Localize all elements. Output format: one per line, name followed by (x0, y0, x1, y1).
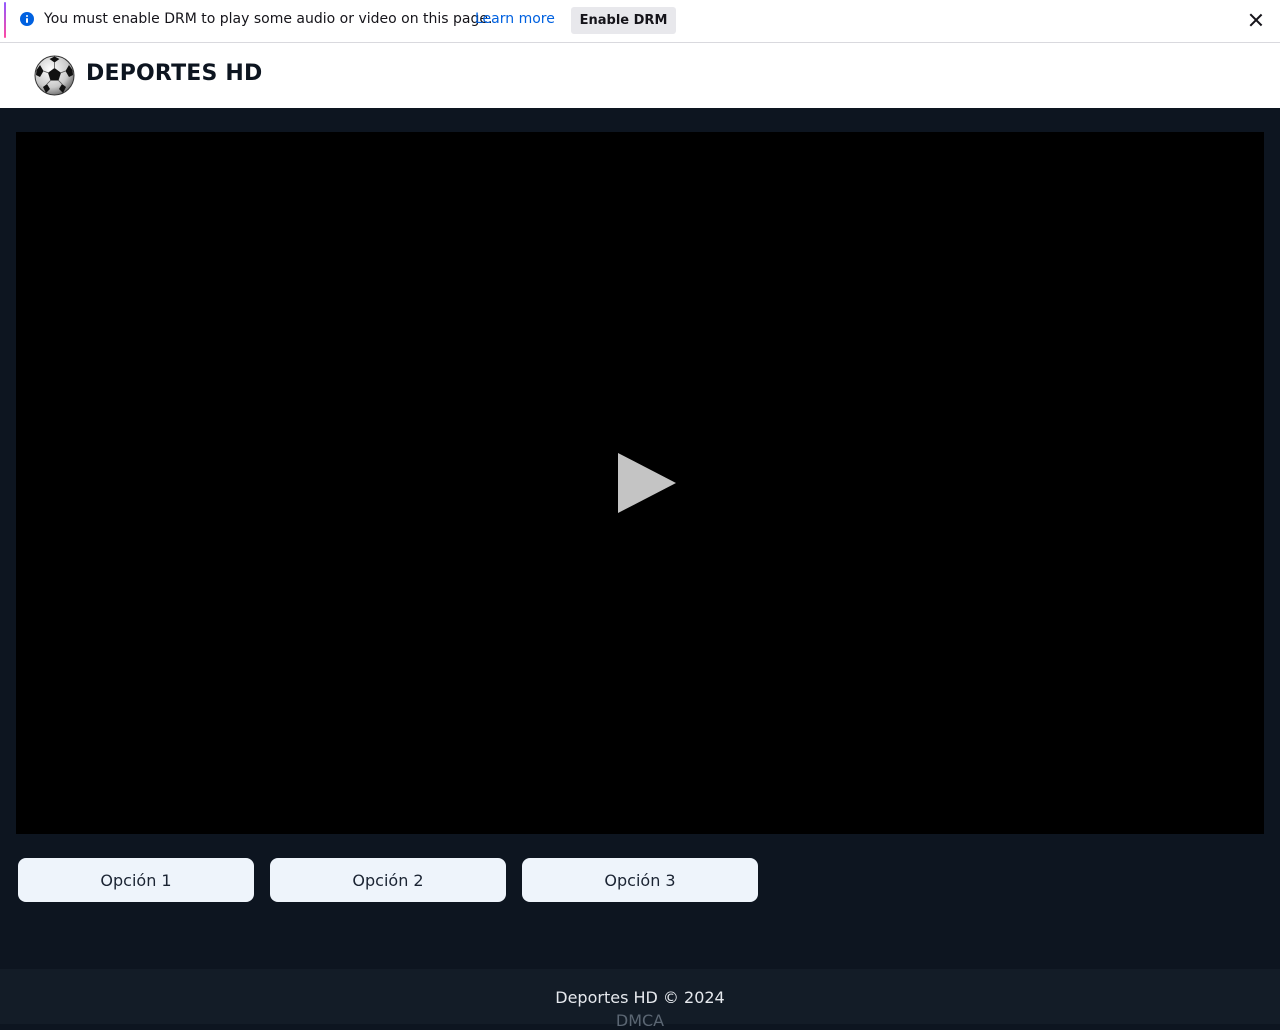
play-icon[interactable] (616, 452, 678, 514)
drm-message: You must enable DRM to play some audio o… (44, 11, 493, 27)
notification-accent (4, 2, 6, 38)
copyright-text: Deportes HD © 2024 (555, 988, 725, 1007)
learn-more-link[interactable]: Learn more (475, 11, 555, 27)
video-player[interactable] (16, 132, 1264, 834)
option-2-button[interactable]: Opción 2 (270, 858, 506, 902)
info-icon (20, 12, 34, 26)
enable-drm-button[interactable]: Enable DRM (571, 7, 676, 34)
option-1-button[interactable]: Opción 1 (18, 858, 254, 902)
drm-notification-bar: You must enable DRM to play some audio o… (0, 0, 1280, 43)
dmca-link[interactable]: DMCA (0, 1011, 1280, 1030)
soccer-ball-icon[interactable] (34, 55, 75, 96)
site-footer: Deportes HD © 2024 DMCA (0, 969, 1280, 1030)
site-title[interactable]: DEPORTES HD (86, 61, 262, 86)
close-icon[interactable] (1244, 8, 1268, 32)
site-header: DEPORTES HD (0, 43, 1280, 108)
option-3-button[interactable]: Opción 3 (522, 858, 758, 902)
